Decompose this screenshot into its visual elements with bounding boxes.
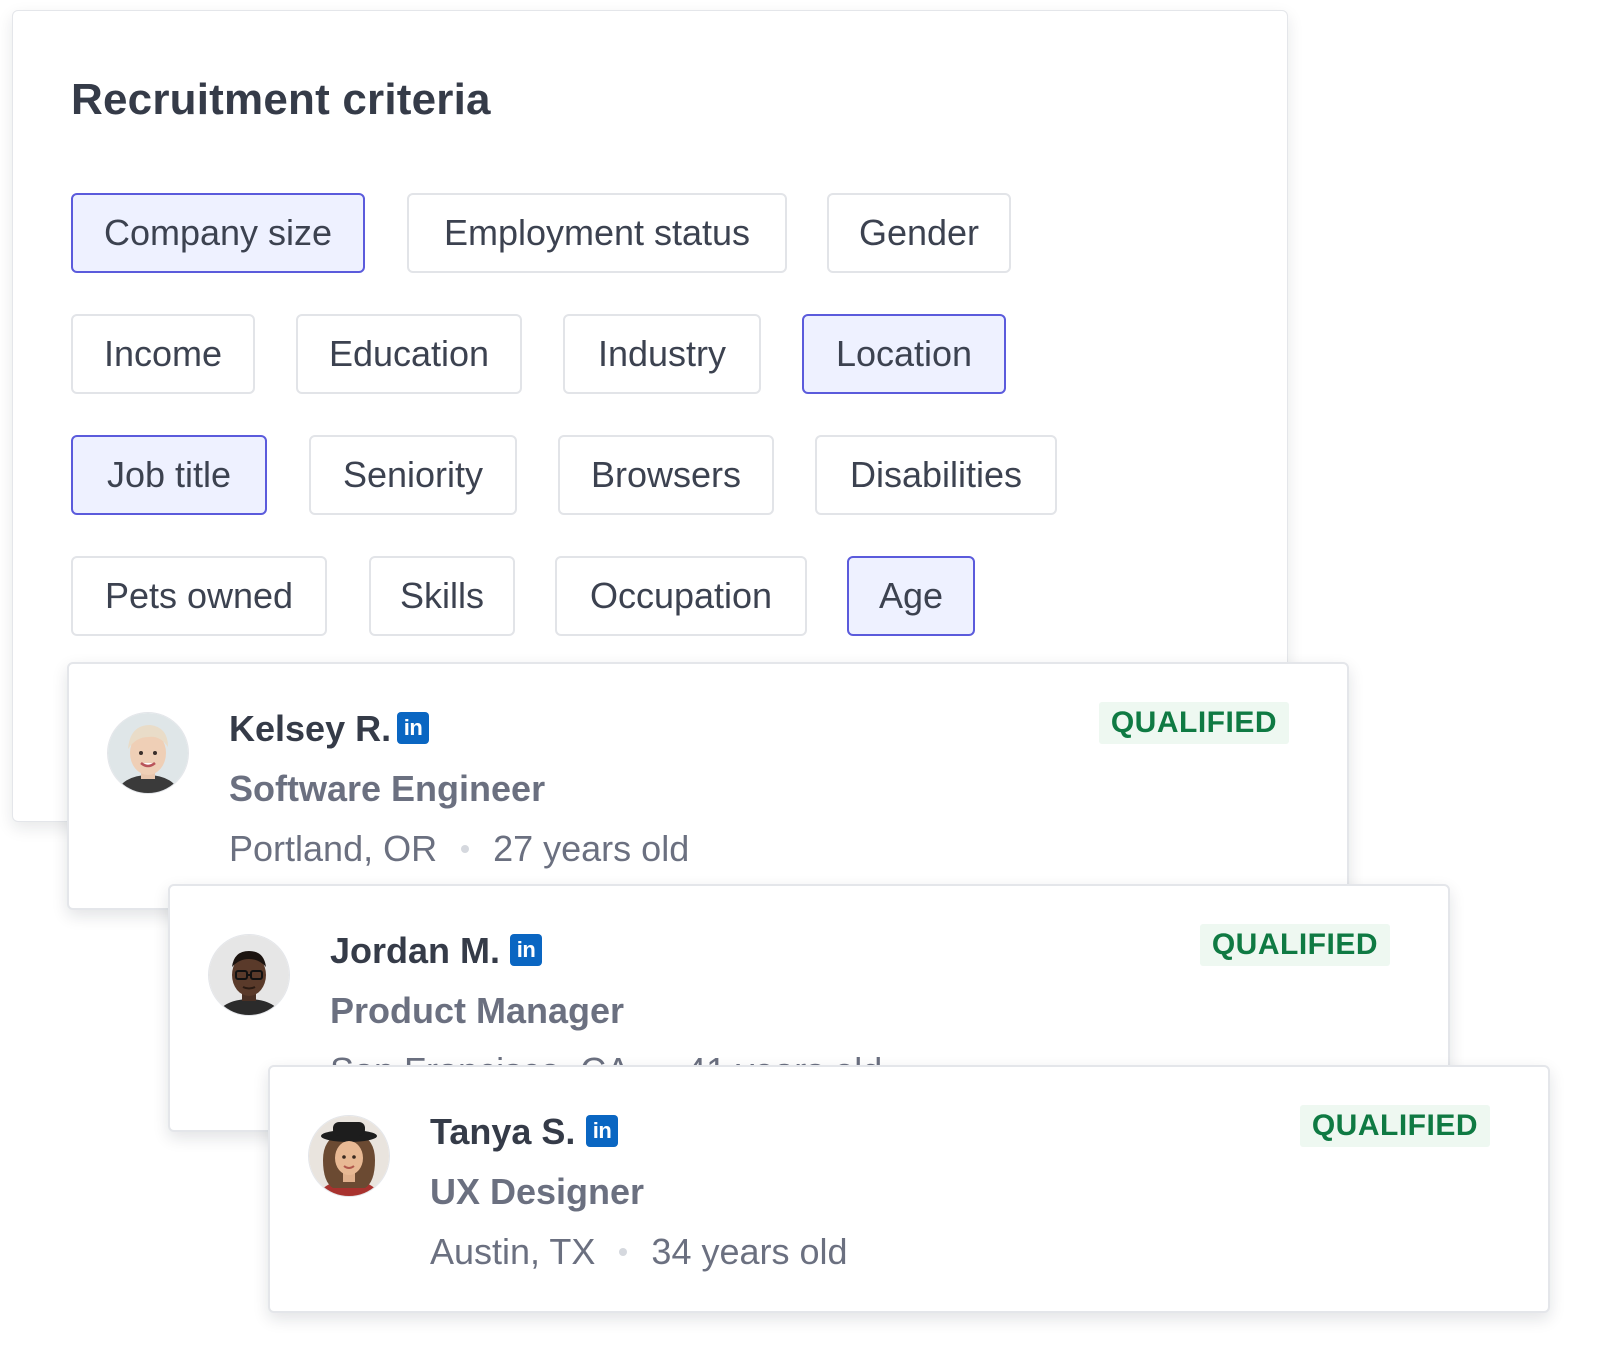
chip-disabilities[interactable]: Disabilities	[815, 435, 1057, 515]
linkedin-icon[interactable]: in	[586, 1115, 618, 1147]
candidate-meta: Portland, OR 27 years old	[229, 828, 689, 870]
chip-company-size[interactable]: Company size	[71, 193, 365, 273]
linkedin-icon[interactable]: in	[397, 712, 429, 744]
avatar-portrait-icon	[108, 713, 188, 793]
candidate-name: Tanya S.	[430, 1111, 576, 1152]
chip-occupation[interactable]: Occupation	[555, 556, 807, 636]
candidate-age: 27 years old	[493, 828, 690, 869]
panel-title: Recruitment criteria	[71, 75, 491, 124]
chip-age[interactable]: Age	[847, 556, 975, 636]
chip-employment-status[interactable]: Employment status	[407, 193, 787, 273]
candidate-age: 34 years old	[651, 1231, 848, 1272]
candidate-meta: Austin, TX 34 years old	[430, 1231, 848, 1273]
candidate-card-kelsey[interactable]: Kelsey R. in Software Engineer Portland,…	[67, 662, 1349, 910]
candidate-location: Austin, TX	[430, 1231, 596, 1272]
chip-browsers[interactable]: Browsers	[558, 435, 774, 515]
avatar-portrait-icon	[309, 1116, 389, 1196]
chip-job-title[interactable]: Job title	[71, 435, 267, 515]
chip-income[interactable]: Income	[71, 314, 255, 394]
status-badge: QUALIFIED	[1098, 702, 1289, 744]
separator-dot	[619, 1248, 628, 1256]
chip-education[interactable]: Education	[296, 314, 522, 394]
avatar	[208, 934, 290, 1016]
status-badge: QUALIFIED	[1199, 924, 1390, 966]
candidate-card-tanya[interactable]: Tanya S. in UX Designer Austin, TX 34 ye…	[268, 1065, 1550, 1313]
separator-dot	[461, 845, 470, 853]
linkedin-icon[interactable]: in	[510, 934, 542, 966]
candidate-name: Jordan M.	[330, 930, 501, 971]
chip-pets-owned[interactable]: Pets owned	[71, 556, 327, 636]
candidate-role: UX Designer	[430, 1171, 645, 1212]
chip-gender[interactable]: Gender	[827, 193, 1011, 273]
candidate-location: Portland, OR	[229, 828, 438, 869]
avatar-portrait-icon	[209, 935, 289, 1015]
avatar	[308, 1115, 390, 1197]
candidate-role: Product Manager	[330, 990, 625, 1031]
candidate-role: Software Engineer	[229, 768, 546, 809]
avatar	[107, 712, 189, 794]
chip-industry[interactable]: Industry	[563, 314, 761, 394]
status-badge: QUALIFIED	[1299, 1105, 1490, 1147]
chip-skills[interactable]: Skills	[369, 556, 515, 636]
chip-seniority[interactable]: Seniority	[309, 435, 517, 515]
chip-location[interactable]: Location	[802, 314, 1006, 394]
candidate-name: Kelsey R.	[229, 708, 392, 749]
